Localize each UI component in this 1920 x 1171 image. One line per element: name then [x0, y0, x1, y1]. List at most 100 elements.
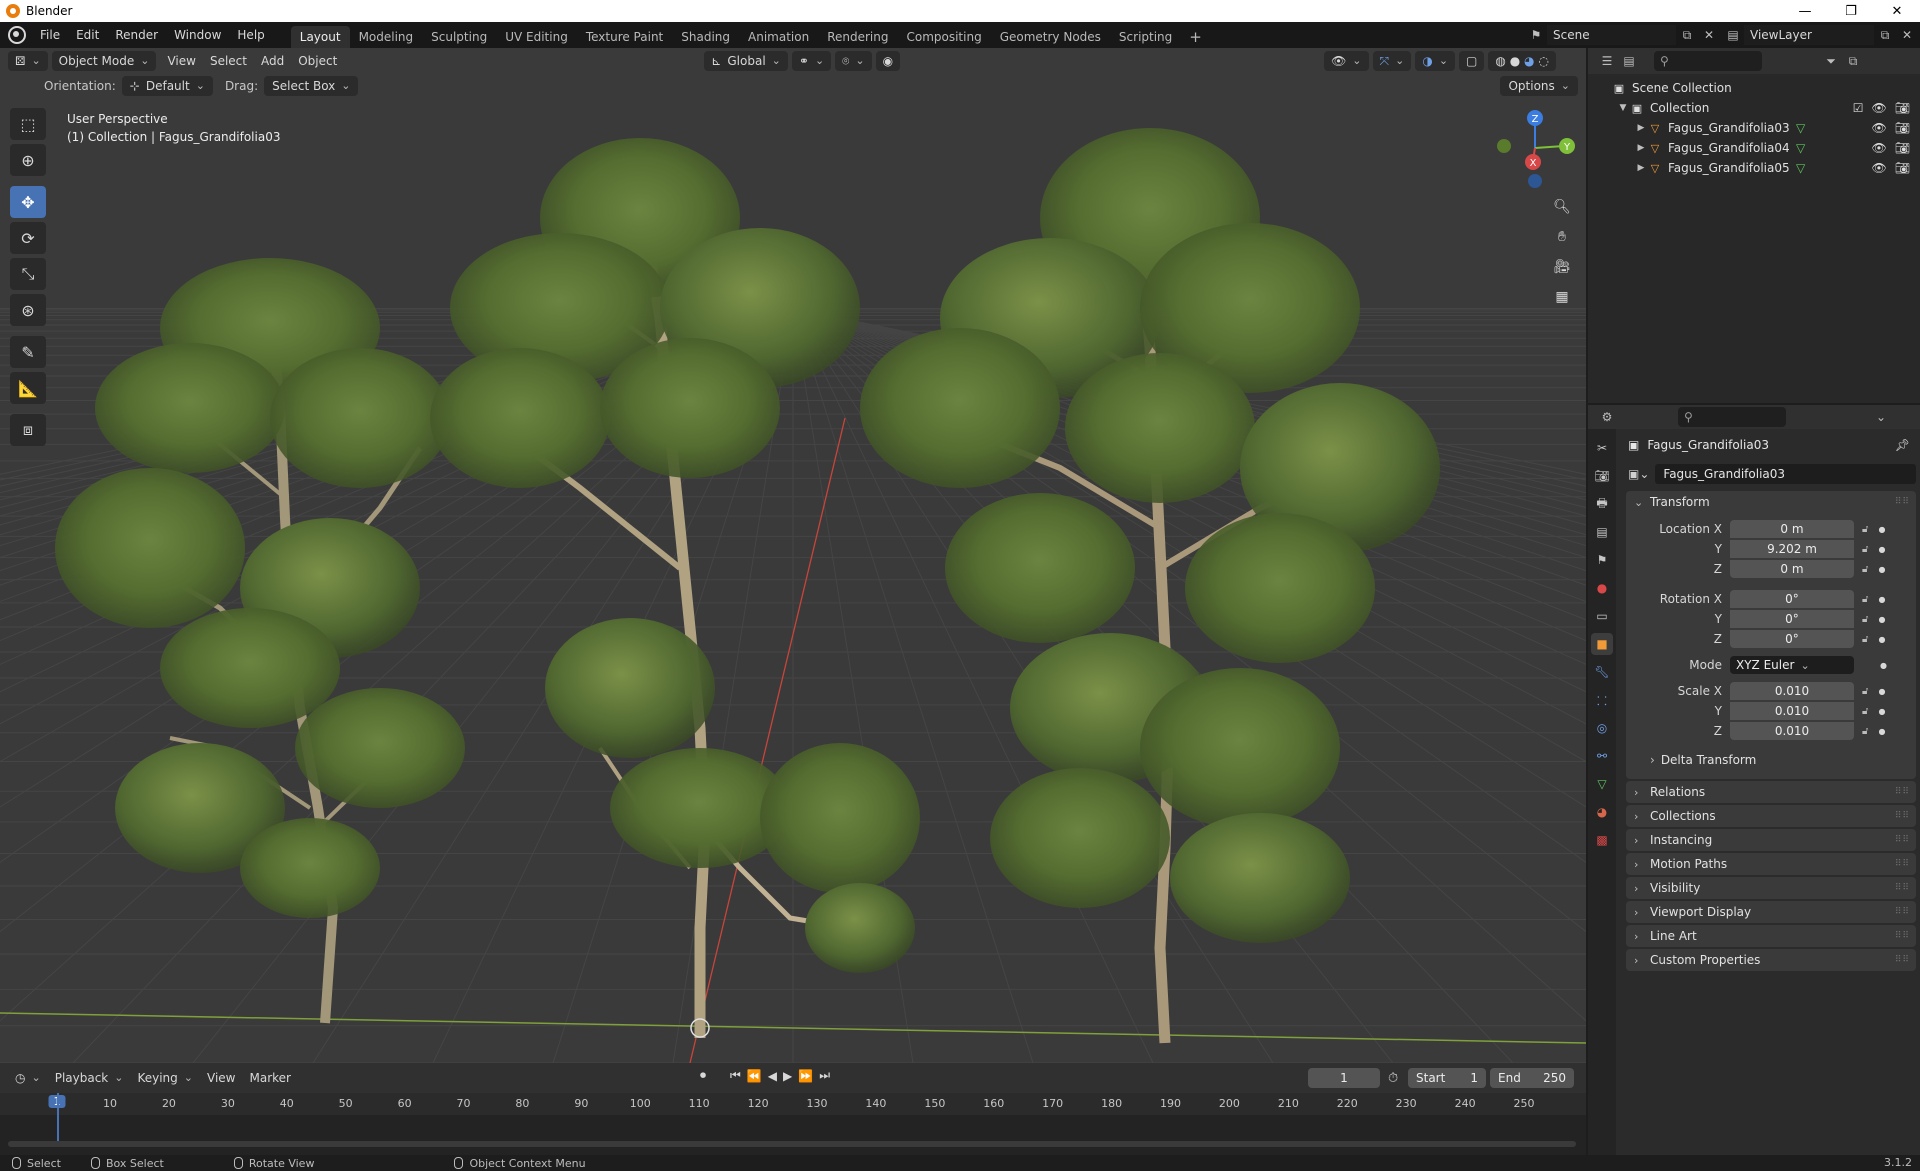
overlay-toggle[interactable]: ◑: [1415, 51, 1456, 71]
timeline-ruler[interactable]: 1102030405060708090100110120130140150160…: [0, 1093, 1586, 1115]
playhead-line[interactable]: [57, 1093, 59, 1143]
outliner-search-input[interactable]: ⚲: [1654, 51, 1762, 71]
rotate-tool-icon[interactable]: ⟳: [10, 222, 46, 254]
timeline-scrollbar[interactable]: [8, 1141, 1576, 1147]
lock-icon[interactable]: 🔓︎: [1862, 524, 1868, 535]
view-layer-name-field[interactable]: ViewLayer: [1744, 25, 1874, 45]
keyframe-dot-icon[interactable]: ●: [1878, 707, 1885, 716]
keyframe-dot-icon[interactable]: ●: [1878, 595, 1885, 604]
pan-hand-icon[interactable]: ✋︎: [1548, 223, 1576, 251]
outliner-row-object[interactable]: ▶ ▽ Fagus_Grandifolia05 ▽ 👁 📷︎: [1588, 158, 1920, 178]
solid-shading-icon[interactable]: ●: [1510, 51, 1520, 71]
play-reverse-icon[interactable]: ◀: [768, 1069, 777, 1083]
drag-grip-icon[interactable]: ⠿⠿: [1895, 859, 1910, 869]
visibility-panel[interactable]: › Visibility ⠿⠿: [1626, 877, 1916, 899]
viewport-display-panel[interactable]: › Viewport Display ⠿⠿: [1626, 901, 1916, 923]
gizmo-toggle[interactable]: ⤧: [1372, 51, 1412, 71]
keyframe-dot-icon[interactable]: ●: [1878, 565, 1885, 574]
drag-grip-icon[interactable]: ⠿⠿: [1895, 955, 1910, 965]
menu-view[interactable]: View: [160, 51, 202, 71]
close-button[interactable]: ✕: [1874, 0, 1920, 22]
collections-panel[interactable]: › Collections ⠿⠿: [1626, 805, 1916, 827]
output-tab-icon[interactable]: 🖶: [1591, 493, 1613, 515]
expand-arrow-icon[interactable]: ▶: [1634, 163, 1648, 173]
timeline-track-area[interactable]: [0, 1093, 1586, 1155]
tab-geometry-nodes[interactable]: Geometry Nodes: [991, 26, 1110, 48]
collection-tab-icon[interactable]: ▭: [1591, 605, 1613, 627]
scale-y-field[interactable]: 0.010: [1730, 702, 1854, 720]
perspective-grid-icon[interactable]: ▦: [1548, 283, 1576, 311]
render-camera-icon[interactable]: 📷︎: [1895, 141, 1910, 155]
menu-timeline-view[interactable]: View: [200, 1068, 242, 1088]
timeline-editor-icon[interactable]: ◷: [8, 1068, 48, 1088]
transform-tool-icon[interactable]: ⊛: [10, 294, 46, 326]
instancing-panel[interactable]: › Instancing ⠿⠿: [1626, 829, 1916, 851]
drag-grip-icon[interactable]: ⠿⠿: [1895, 883, 1910, 893]
scale-tool-icon[interactable]: ⤡: [10, 258, 46, 290]
snap-toggle[interactable]: ⌾: [835, 51, 872, 71]
keyframe-dot-icon[interactable]: ●: [1878, 687, 1885, 696]
viewport-scene[interactable]: [0, 48, 1586, 1063]
3d-viewport[interactable]: ⚄ Object Mode View Select Add Object ⊾ Gl…: [0, 48, 1586, 1063]
texture-tab-icon[interactable]: ▩: [1591, 829, 1613, 851]
prev-keyframe-icon[interactable]: ⏪: [747, 1069, 762, 1083]
menu-keying[interactable]: Keying: [130, 1068, 200, 1088]
minimize-button[interactable]: —: [1782, 0, 1828, 22]
lock-icon[interactable]: 🔓︎: [1862, 544, 1868, 555]
panel-options-icon[interactable]: ⌄: [1870, 407, 1892, 427]
orientation-dropdown[interactable]: ⊹ Default: [121, 76, 213, 96]
constraints-tab-icon[interactable]: ⚯: [1591, 745, 1613, 767]
record-icon[interactable]: ⏺: [700, 1068, 706, 1083]
drag-dropdown[interactable]: Select Box: [264, 76, 359, 96]
menu-help[interactable]: Help: [229, 22, 272, 48]
rotation-x-field[interactable]: 0°: [1730, 590, 1854, 608]
keyframe-dot-icon[interactable]: ●: [1878, 525, 1885, 534]
delta-transform-subpanel[interactable]: › Delta Transform: [1626, 749, 1916, 771]
tab-animation[interactable]: Animation: [739, 26, 818, 48]
delete-scene-icon[interactable]: ✕: [1698, 25, 1720, 45]
filter-icon[interactable]: ⏷: [1820, 51, 1842, 71]
expand-arrow-icon[interactable]: ▶: [1634, 123, 1648, 133]
annotate-tool-icon[interactable]: ✎: [10, 336, 46, 368]
data-tab-icon[interactable]: ▽: [1591, 773, 1613, 795]
keyframe-dot-icon[interactable]: ●: [1878, 545, 1885, 554]
scene-selector[interactable]: ⚑ Scene ⧉ ✕: [1525, 25, 1720, 45]
menu-window[interactable]: Window: [166, 22, 229, 48]
world-tab-icon[interactable]: ●: [1591, 577, 1613, 599]
keyframe-dot-icon[interactable]: ●: [1878, 615, 1885, 624]
menu-edit[interactable]: Edit: [68, 22, 107, 48]
rotation-y-field[interactable]: 0°: [1730, 610, 1854, 628]
lock-icon[interactable]: 🔓︎: [1862, 594, 1868, 605]
outliner-editor-icon[interactable]: ☰: [1596, 51, 1618, 71]
xray-toggle[interactable]: ▢: [1459, 51, 1485, 71]
tab-texture-paint[interactable]: Texture Paint: [577, 26, 672, 48]
lock-icon[interactable]: 🔓︎: [1862, 634, 1868, 645]
visibility-eye-icon[interactable]: 👁: [1872, 141, 1887, 155]
lock-icon[interactable]: 🔓︎: [1862, 726, 1868, 737]
lock-icon[interactable]: 🔓︎: [1862, 614, 1868, 625]
tab-scripting[interactable]: Scripting: [1110, 26, 1181, 48]
custom-properties-panel[interactable]: › Custom Properties ⠿⠿: [1626, 949, 1916, 971]
options-dropdown[interactable]: Options: [1500, 76, 1578, 96]
line-art-panel[interactable]: › Line Art ⠿⠿: [1626, 925, 1916, 947]
menu-playback[interactable]: Playback: [48, 1068, 131, 1088]
lock-icon[interactable]: 🔓︎: [1862, 686, 1868, 697]
jump-end-icon[interactable]: ⏭: [819, 1068, 830, 1083]
physics-tab-icon[interactable]: ◎: [1591, 717, 1613, 739]
scale-z-field[interactable]: 0.010: [1730, 722, 1854, 740]
display-mode-icon[interactable]: ▤: [1618, 51, 1640, 71]
maximize-button[interactable]: ❐: [1828, 0, 1874, 22]
next-keyframe-icon[interactable]: ⏩: [798, 1069, 813, 1083]
navigation-gizmo[interactable]: Z X Y: [1490, 108, 1580, 188]
particles-tab-icon[interactable]: ⸬: [1591, 689, 1613, 711]
drag-grip-icon[interactable]: ⠿⠿: [1895, 787, 1910, 797]
material-tab-icon[interactable]: ◕: [1591, 801, 1613, 823]
render-camera-icon[interactable]: 📷︎: [1895, 101, 1910, 115]
object-type-icon[interactable]: ▣⌄: [1628, 467, 1649, 481]
visibility-eye-icon[interactable]: 👁: [1872, 161, 1887, 175]
menu-add[interactable]: Add: [254, 51, 291, 71]
render-tab-icon[interactable]: 📷︎: [1591, 465, 1613, 487]
motion-paths-panel[interactable]: › Motion Paths ⠿⠿: [1626, 853, 1916, 875]
drag-grip-icon[interactable]: ⠿⠿: [1895, 931, 1910, 941]
tab-sculpting[interactable]: Sculpting: [422, 26, 496, 48]
